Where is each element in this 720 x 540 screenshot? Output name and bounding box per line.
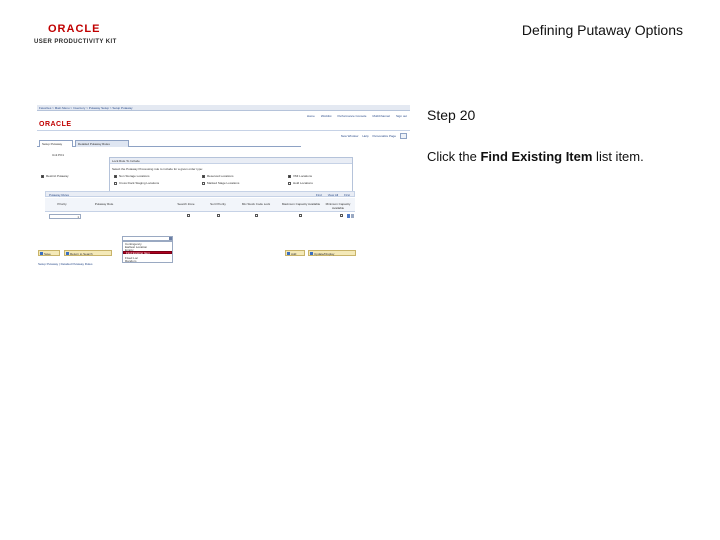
save-label: Save bbox=[44, 252, 51, 256]
slide-title: Defining Putaway Options bbox=[521, 22, 683, 38]
col-min-capacity: Minimum Capacity Available bbox=[325, 202, 351, 210]
reserved-checkbox[interactable] bbox=[202, 175, 205, 178]
putaway-rule-dropdown: Contingency Earliest Location Empty Fill… bbox=[122, 241, 173, 263]
col-mix-stock-code-lock: Mix Stock Code Lock bbox=[241, 202, 271, 206]
instruction-suffix: list item. bbox=[592, 149, 644, 164]
nav-link-sign-out[interactable]: Sign out bbox=[396, 114, 407, 118]
nav-link-performance[interactable]: Performance Console bbox=[337, 114, 366, 118]
search-zone-checkbox[interactable] bbox=[187, 214, 190, 217]
grid-find-link[interactable]: Find bbox=[316, 193, 322, 197]
dropdown-option-random[interactable]: Random bbox=[125, 259, 136, 263]
return-label: Return to Search bbox=[70, 252, 93, 256]
marked-stage-checkbox[interactable] bbox=[202, 182, 205, 185]
col-max-capacity: Maximum Capacity Available bbox=[281, 202, 321, 206]
putaway-rules-grid: Putaway Rules Find View All First Priori… bbox=[45, 191, 355, 255]
update-icon bbox=[310, 252, 313, 255]
tab-setup-putaway[interactable]: Setup Putaway bbox=[39, 140, 73, 147]
tab-detailed-putaway-rules[interactable]: Detailed Putaway Rules bbox=[75, 140, 129, 147]
max-capacity-checkbox[interactable] bbox=[299, 214, 302, 217]
personalize-link[interactable]: Personalize Page bbox=[372, 134, 396, 138]
add-icon bbox=[287, 252, 290, 255]
chevron-down-icon bbox=[169, 237, 172, 240]
col-putaway-rule: Putaway Rule bbox=[94, 202, 114, 206]
http-icon[interactable] bbox=[400, 133, 407, 139]
table-row: 1 bbox=[45, 213, 355, 221]
col-sort-priority: Sort Priority bbox=[210, 202, 226, 206]
oracle-upk-logo: ORACLE USER PRODUCTIVITY KIT bbox=[34, 24, 124, 46]
header-divider bbox=[37, 130, 410, 131]
dropdown-option-find-existing-item[interactable]: Find Existing Item bbox=[123, 251, 172, 255]
logo-brand: ORACLE bbox=[48, 23, 101, 35]
lock-rules-description: Select the Putaway Processing rule to in… bbox=[112, 167, 203, 171]
new-window-link[interactable]: New Window bbox=[341, 134, 359, 138]
delete-row-icon[interactable] bbox=[351, 214, 354, 218]
update-display-button[interactable]: Update/Display bbox=[308, 250, 356, 256]
unit-value: PO1 bbox=[58, 153, 65, 157]
priority-value: 1 bbox=[77, 215, 79, 219]
sort-priority-checkbox[interactable] bbox=[217, 214, 220, 217]
col-search-zone: Search Zone bbox=[177, 202, 195, 206]
vmi-label: VMI Locations bbox=[293, 174, 313, 178]
add-label: Add bbox=[291, 252, 297, 256]
lock-rules-group: Lock Rule To Include Select the Putaway … bbox=[109, 157, 353, 193]
restrict-putaway-label: Restrict Putaway bbox=[46, 174, 69, 178]
non-storage-label: Non Storage Locations bbox=[119, 174, 150, 178]
nav-link-multichannel[interactable]: MultiChannel bbox=[372, 114, 390, 118]
instruction-prefix: Click the bbox=[427, 149, 481, 164]
return-icon bbox=[66, 252, 69, 255]
lock-rules-title: Lock Rule To Include bbox=[110, 158, 352, 164]
marked-stage-label: Marked Stage Locations bbox=[207, 181, 240, 185]
app-screenshot: Favorites > Main Menu > Inventory > Puta… bbox=[37, 105, 410, 270]
instruction-target: Find Existing Item bbox=[480, 149, 593, 164]
grid-nav: Find View All First bbox=[316, 193, 350, 197]
app-nav-links: Home Worklist Performance Console MultiC… bbox=[307, 114, 407, 118]
col-priority: Priority bbox=[57, 202, 67, 206]
nav-link-home[interactable]: Home bbox=[307, 114, 315, 118]
grid-title: Putaway Rules Find View All First bbox=[45, 191, 355, 197]
hold-checkbox[interactable] bbox=[288, 182, 291, 185]
breadcrumb[interactable]: Favorites > Main Menu > Inventory > Puta… bbox=[39, 106, 133, 110]
grid-title-text: Putaway Rules bbox=[49, 193, 70, 197]
grid-first-link[interactable]: First bbox=[344, 193, 350, 197]
grid-view-all-link[interactable]: View All bbox=[328, 193, 338, 197]
hold-label: Hold Locations bbox=[293, 181, 313, 185]
vmi-checkbox[interactable] bbox=[288, 175, 291, 178]
grid-header: Priority Putaway Rule Search Zone Sort P… bbox=[45, 198, 355, 212]
priority-input[interactable]: 1 bbox=[49, 214, 81, 219]
reserved-label: Reserved Locations bbox=[207, 174, 234, 178]
non-storage-checkbox[interactable] bbox=[114, 175, 117, 178]
page-tabs: Setup Putaway Detailed Putaway Rules bbox=[37, 140, 301, 147]
app-brand-logo: ORACLE bbox=[39, 121, 72, 128]
logo-product: USER PRODUCTIVITY KIT bbox=[34, 39, 117, 45]
save-icon bbox=[40, 252, 43, 255]
header-links: New Window Help Personalize Page bbox=[341, 134, 396, 138]
app-breadcrumb-bar: Favorites > Main Menu > Inventory > Puta… bbox=[37, 105, 410, 111]
footer-tab-links[interactable]: Setup Putaway | Detailed Putaway Rules bbox=[38, 262, 92, 266]
step-instruction: Click the Find Existing Item list item. bbox=[427, 149, 644, 164]
action-buttons: Save Return to Search Add Update/Display bbox=[38, 250, 409, 256]
mix-stock-checkbox[interactable] bbox=[255, 214, 258, 217]
update-label: Update/Display bbox=[314, 252, 335, 256]
return-to-search-button[interactable]: Return to Search bbox=[64, 250, 112, 256]
restrict-putaway-checkbox[interactable] bbox=[41, 175, 44, 178]
save-button[interactable]: Save bbox=[38, 250, 60, 256]
cross-dock-checkbox[interactable] bbox=[114, 182, 117, 185]
add-button[interactable]: Add bbox=[285, 250, 305, 256]
unit-label: Unit bbox=[52, 153, 58, 157]
add-row-icon[interactable] bbox=[347, 214, 350, 218]
find-existing-item-label: Find Existing Item bbox=[126, 251, 150, 255]
min-capacity-checkbox[interactable] bbox=[340, 214, 343, 217]
cross-dock-label: Cross Dock Staging Locations bbox=[119, 181, 160, 185]
help-link[interactable]: Help bbox=[362, 134, 368, 138]
step-label: Step 20 bbox=[427, 107, 476, 123]
nav-link-worklist[interactable]: Worklist bbox=[321, 114, 332, 118]
